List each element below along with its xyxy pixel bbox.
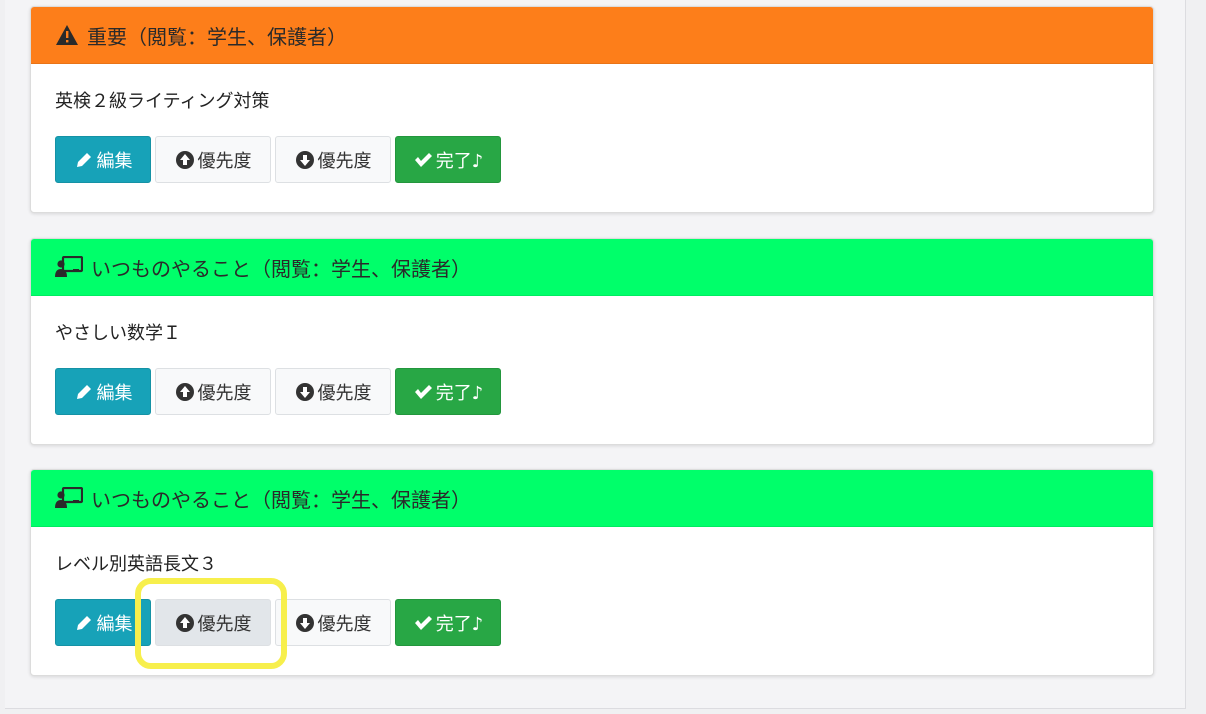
priority-down-label: 優先度	[317, 613, 372, 635]
check-icon	[413, 613, 433, 633]
priority-down-label: 優先度	[317, 382, 372, 404]
teacher-board-icon	[55, 487, 83, 509]
arrow-circle-down-icon	[295, 382, 315, 402]
priority-down-button[interactable]: 優先度	[275, 599, 391, 646]
edit-button[interactable]: 編集	[55, 599, 151, 646]
teacher-board-icon	[55, 256, 83, 278]
card-header-title: いつものやること（閲覧：学生、保護者）	[91, 256, 471, 281]
priority-up-label: 優先度	[197, 613, 252, 635]
edit-button-label: 編集	[96, 613, 133, 635]
check-icon	[413, 382, 433, 402]
task-title: レベル別英語長文３	[55, 554, 217, 575]
card-header: 重要（閲覧：学生、保護者）	[31, 7, 1153, 64]
arrow-circle-down-icon	[295, 613, 315, 633]
arrow-circle-up-icon	[175, 382, 195, 402]
card-header-title: いつものやること（閲覧：学生、保護者）	[91, 487, 471, 512]
task-card: いつものやること（閲覧：学生、保護者） やさしい数学Ｉ 編集 優先度 優先度 完…	[30, 238, 1154, 445]
arrow-circle-down-icon	[295, 150, 315, 170]
priority-up-label: 優先度	[197, 382, 252, 404]
warning-icon	[55, 24, 79, 46]
priority-down-label: 優先度	[317, 150, 372, 172]
arrow-circle-up-icon	[175, 613, 195, 633]
pencil-icon	[74, 613, 94, 633]
card-header-title: 重要（閲覧：学生、保護者）	[87, 24, 347, 49]
priority-up-button[interactable]: 優先度	[155, 368, 271, 415]
edit-button-label: 編集	[96, 150, 133, 172]
priority-up-button[interactable]: 優先度	[155, 136, 271, 183]
done-button-label: 完了♪	[435, 613, 484, 635]
card-header: いつものやること（閲覧：学生、保護者）	[31, 470, 1153, 527]
pencil-icon	[74, 382, 94, 402]
main-content: 重要（閲覧：学生、保護者） 英検２級ライティング対策 編集 優先度 優先度 完了…	[5, 0, 1186, 709]
check-icon	[413, 150, 433, 170]
task-title: やさしい数学Ｉ	[55, 323, 181, 344]
task-card: いつものやること（閲覧：学生、保護者） レベル別英語長文３ 編集 優先度 優先度…	[30, 469, 1154, 676]
done-button-label: 完了♪	[435, 150, 484, 172]
card-header: いつものやること（閲覧：学生、保護者）	[31, 239, 1153, 296]
arrow-circle-up-icon	[175, 150, 195, 170]
priority-down-button[interactable]: 優先度	[275, 368, 391, 415]
edit-button-label: 編集	[96, 382, 133, 404]
task-card: 重要（閲覧：学生、保護者） 英検２級ライティング対策 編集 優先度 優先度 完了…	[30, 6, 1154, 213]
edit-button[interactable]: 編集	[55, 368, 151, 415]
done-button-label: 完了♪	[435, 382, 484, 404]
pencil-icon	[74, 150, 94, 170]
done-button[interactable]: 完了♪	[395, 136, 501, 183]
priority-down-button[interactable]: 優先度	[275, 136, 391, 183]
task-title: 英検２級ライティング対策	[55, 91, 270, 112]
priority-up-label: 優先度	[197, 150, 252, 172]
priority-up-button[interactable]: 優先度	[155, 599, 271, 646]
done-button[interactable]: 完了♪	[395, 368, 501, 415]
edit-button[interactable]: 編集	[55, 136, 151, 183]
done-button[interactable]: 完了♪	[395, 599, 501, 646]
